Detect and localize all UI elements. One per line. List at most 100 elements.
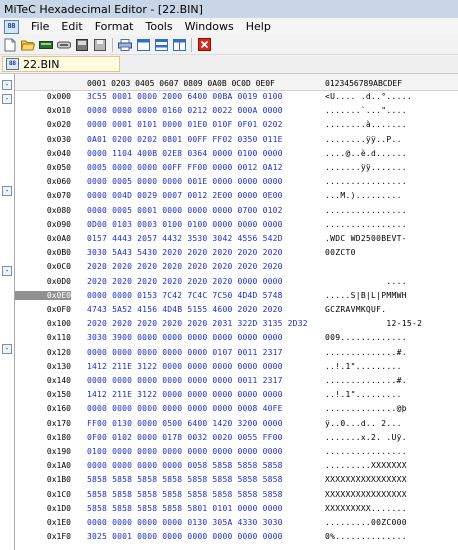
row-ascii[interactable]: ..!.1"......... [325,390,402,399]
disk-icon[interactable] [57,38,71,52]
row-ascii[interactable]: ÿ..0...d.. 2... [325,419,402,428]
hex-row[interactable]: 0x190 0100 0000 0000 0000 0000 0000 0000 … [15,447,458,459]
menu-windows[interactable]: Windows [179,20,240,33]
row-ascii[interactable]: 00ZCT0 [325,248,356,257]
hex-row[interactable]: 0x1A0 0000 0000 0000 0000 0058 5858 5858 … [15,461,458,473]
hex-row[interactable]: 0x1F0 3025 0001 0000 0000 0000 0000 0000 … [15,532,458,544]
hex-row[interactable]: 0x160 0000 0000 0000 0000 0000 0000 0008 … [15,404,458,416]
hex-row[interactable]: 0x1D0 5858 5858 5858 5858 5801 0101 0000 … [15,504,458,516]
drive-icon[interactable] [75,38,89,52]
menu-edit[interactable]: Edit [55,20,88,33]
save-icon[interactable] [39,38,53,52]
hex-row[interactable]: 0x0F0 4743 5A52 4156 4D4B 5155 4600 2020 … [15,305,458,317]
open-folder-icon[interactable] [21,38,35,52]
hex-row[interactable]: 0x130 1412 211E 3122 0000 0000 0000 0000 … [15,362,458,374]
print-icon[interactable] [118,38,132,52]
row-hex-bytes[interactable]: 0000 0000 0000 0000 0000 0000 0008 40FE [87,404,283,413]
menu-file[interactable]: File [25,20,55,33]
hex-row[interactable]: 0x140 0000 0000 0000 0000 0000 0000 0011 … [15,376,458,388]
row-ascii[interactable]: ..!.1"......... [325,362,402,371]
row-ascii[interactable]: XXXXXXXXXXXXXXXX [325,490,407,499]
menu-format[interactable]: Format [89,20,140,33]
row-ascii[interactable]: ................ [325,206,407,215]
row-hex-bytes[interactable]: 0157 4443 2057 4432 3530 3042 4556 542D [87,234,283,243]
row-hex-bytes[interactable]: 2020 2020 2020 2020 2020 2031 322D 3135 … [87,319,308,328]
row-hex-bytes[interactable]: 0000 0000 0153 7C42 7C4C 7C50 4D4D 5748 [87,291,283,300]
row-hex-bytes[interactable]: 0000 0000 0000 0000 0000 0000 0011 2317 [87,376,283,385]
row-hex-bytes[interactable]: 0000 0001 0101 0000 01E0 010F 0F01 0202 [87,120,283,129]
expand-icon[interactable]: - [2,94,12,104]
row-ascii[interactable]: .........00ZC000 [325,518,407,527]
row-hex-bytes[interactable]: 1412 211E 3122 0000 0000 0000 0000 0000 [87,362,283,371]
row-ascii[interactable]: GCZRAVMKQUF. [325,305,386,314]
row-hex-bytes[interactable]: 0000 004D 0029 0007 0012 2E00 0000 0E00 [87,191,283,200]
row-hex-bytes[interactable]: 0000 0000 0000 0160 0212 0022 000A 0000 [87,106,283,115]
row-hex-bytes[interactable]: 0000 0005 0001 0000 0000 0000 0700 0102 [87,206,283,215]
expand-icon[interactable]: - [2,266,12,276]
row-hex-bytes[interactable]: 0005 0000 0000 00FF FF00 0000 0012 0A12 [87,163,283,172]
row-ascii[interactable]: <U.... .d..°..... [325,92,412,101]
hex-row[interactable]: 0x0A0 0157 4443 2057 4432 3530 3042 4556 … [15,234,458,246]
hex-row[interactable]: 0x0D0 2020 2020 2020 2020 2020 2020 0000 … [15,277,458,289]
hex-row[interactable]: 0x010 0000 0000 0000 0160 0212 0022 000A … [15,106,458,118]
row-ascii[interactable]: ..............#. [325,348,407,357]
row-hex-bytes[interactable]: 3025 0001 0000 0000 0000 0000 0000 0000 [87,532,283,541]
row-hex-bytes[interactable]: 0D00 0103 0003 0100 0100 0000 0000 0000 [87,220,283,229]
row-ascii[interactable]: ...M.)......... [325,191,402,200]
row-ascii[interactable]: .........XXXXXXX [325,461,407,470]
expand-icon[interactable]: - [2,186,12,196]
row-ascii[interactable]: 12-15-2 [325,319,422,328]
row-hex-bytes[interactable]: 5858 5858 5858 5858 5858 5858 5858 5858 [87,490,283,499]
row-ascii[interactable]: .WDC WD2500BEVT- [325,234,407,243]
menu-help[interactable]: Help [240,20,277,33]
hex-row[interactable]: 0x070 0000 004D 0029 0007 0012 2E00 0000 … [15,191,458,203]
row-ascii[interactable]: ..............@þ [325,404,407,413]
row-hex-bytes[interactable]: 0000 0000 0000 0000 0058 5858 5858 5858 [87,461,283,470]
hex-row[interactable]: 0x0B0 3030 5A43 5430 2020 2020 2020 2020 … [15,248,458,260]
expand-icon[interactable]: - [2,344,12,354]
row-ascii[interactable]: ..............#. [325,376,407,385]
hex-row[interactable]: 0x050 0005 0000 0000 00FF FF00 0000 0012 … [15,163,458,175]
hex-row[interactable]: 0x0E0 0000 0000 0153 7C42 7C4C 7C50 4D4D … [15,290,458,303]
row-hex-bytes[interactable]: 2020 2020 2020 2020 2020 2020 0000 0000 [87,277,283,286]
hex-row[interactable]: 0x120 0000 0000 0000 0000 0000 0107 0011 … [15,348,458,360]
hex-row[interactable]: 0x1C0 5858 5858 5858 5858 5858 5858 5858 … [15,490,458,502]
tab-22-bin[interactable]: 88 22.BIN [2,56,120,72]
row-ascii[interactable]: ................ [325,447,407,456]
menu-tools[interactable]: Tools [140,20,179,33]
row-hex-bytes[interactable]: 1412 211E 3122 0000 0000 0000 0000 0000 [87,390,283,399]
row-hex-bytes[interactable]: 0000 0000 0000 0000 0130 305A 4330 3030 [87,518,283,527]
row-ascii[interactable]: XXXXXXXXX....... [325,504,407,513]
row-hex-bytes[interactable]: 0F00 0102 0000 0178 0032 0020 0055 FF00 [87,433,283,442]
hex-row[interactable]: 0x170 FF00 0130 0000 0500 6400 1420 3200 … [15,419,458,431]
row-hex-bytes[interactable]: 2020 2020 2020 2020 2020 2020 2020 2020 [87,262,283,271]
hex-row[interactable]: 0x090 0D00 0103 0003 0100 0100 0000 0000 … [15,220,458,232]
row-ascii[interactable] [325,262,407,271]
expand-icon[interactable]: - [2,80,12,90]
row-ascii[interactable]: ................ [325,220,407,229]
hex-row[interactable]: 0x060 0000 0005 0000 0000 001E 0000 0000 … [15,177,458,189]
row-ascii[interactable]: XXXXXXXXXXXXXXXX [325,475,407,484]
row-ascii[interactable]: 009............. [325,333,407,342]
hex-row[interactable]: 0x0C0 2020 2020 2020 2020 2020 2020 2020 … [15,262,458,274]
hex-row[interactable]: 0x100 2020 2020 2020 2020 2020 2031 322D … [15,319,458,331]
row-hex-bytes[interactable]: 3030 3900 0000 0000 0000 0000 0000 0000 [87,333,283,342]
row-ascii[interactable]: .....S|B|L|PMMWH [325,291,407,300]
new-file-icon[interactable] [3,38,17,52]
row-ascii[interactable]: .......`...".... [325,106,407,115]
floppy-icon[interactable] [93,38,107,52]
row-ascii[interactable]: .......x.2. .Uÿ. [325,433,407,442]
row-ascii[interactable]: .......ÿÿ....... [325,163,407,172]
window-tile-h-icon[interactable] [154,38,168,52]
hex-row[interactable]: 0x000 3C55 0001 0000 2000 6400 00BA 0019 … [15,92,458,104]
window-cascade-icon[interactable] [136,38,150,52]
structure-tree-pane[interactable]: - - - - - [0,74,15,550]
row-hex-bytes[interactable]: FF00 0130 0000 0500 6400 1420 3200 0000 [87,419,283,428]
row-hex-bytes[interactable]: 0000 1104 400B 02E8 0364 0000 0100 0000 [87,149,283,158]
close-red-icon[interactable] [197,38,211,52]
row-hex-bytes[interactable]: 5858 5858 5858 5858 5801 0101 0000 0000 [87,504,283,513]
app-icon[interactable]: 88 [4,19,19,34]
row-ascii[interactable]: ........à....... [325,120,407,129]
row-ascii[interactable]: ....@..è.d...... [325,149,407,158]
hex-row[interactable]: 0x1B0 5858 5858 5858 5858 5858 5858 5858 … [15,475,458,487]
